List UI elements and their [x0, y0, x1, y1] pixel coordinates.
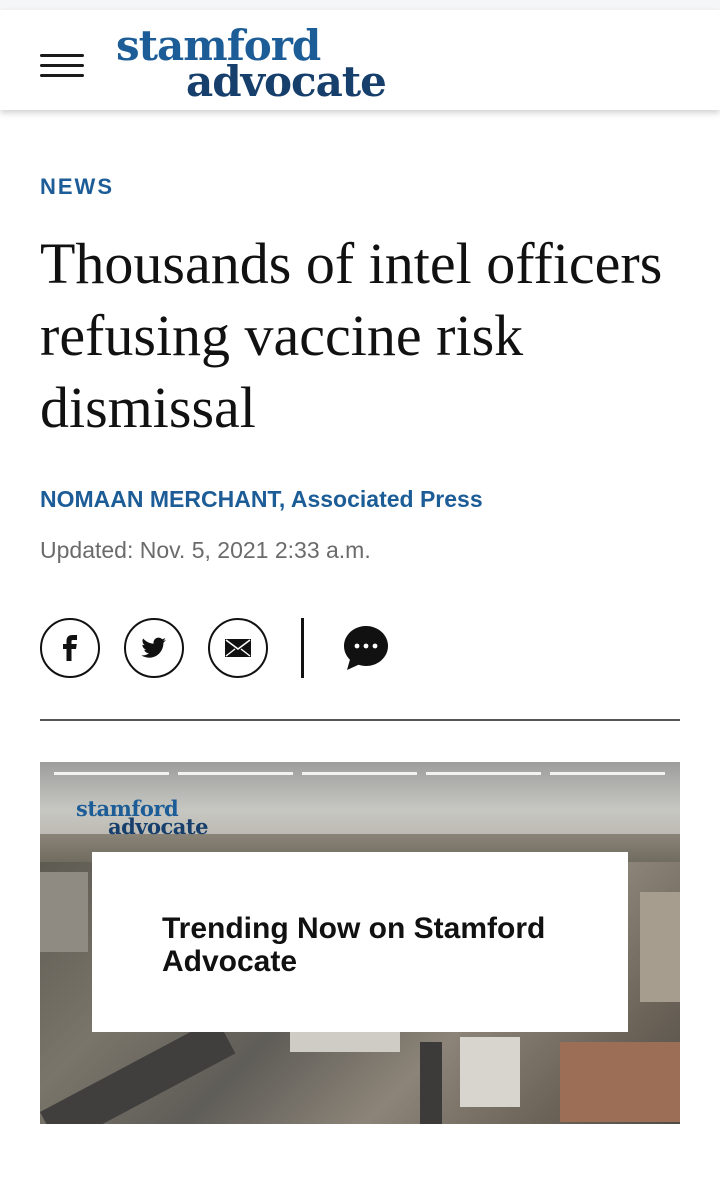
article-timestamp: Updated: Nov. 5, 2021 2:33 a.m.	[40, 537, 371, 563]
section-label[interactable]: NEWS	[40, 174, 114, 200]
trending-card[interactable]: Trending Now on Stamford Advocate	[92, 852, 628, 1032]
trending-title: Trending Now on Stamford Advocate	[162, 912, 546, 978]
facebook-share-button[interactable]	[40, 618, 100, 678]
progress-segment	[550, 772, 665, 775]
article-byline[interactable]: NOMAAN MERCHANT, Associated Press	[40, 486, 483, 513]
progress-segment	[178, 772, 293, 775]
video-logo-line-2: advocate	[108, 814, 208, 839]
video-player[interactable]: stamford advocate Trending Now on Stamfo…	[40, 762, 680, 1124]
content-divider	[40, 719, 680, 721]
article-headline: Thousands of intel officers refusing vac…	[40, 231, 663, 440]
progress-segment	[426, 772, 541, 775]
site-logo[interactable]: stamford advocate	[116, 24, 416, 104]
facebook-icon	[63, 635, 77, 661]
email-icon	[225, 639, 251, 657]
share-divider	[301, 618, 304, 678]
hamburger-menu-icon[interactable]	[40, 46, 84, 84]
email-share-button[interactable]	[208, 618, 268, 678]
progress-segment	[54, 772, 169, 775]
logo-line-2: advocate	[186, 57, 387, 106]
status-strip	[0, 0, 720, 10]
comment-icon	[344, 626, 388, 670]
twitter-icon	[141, 637, 166, 658]
comment-button[interactable]	[342, 624, 390, 672]
progress-segment	[302, 772, 417, 775]
twitter-share-button[interactable]	[124, 618, 184, 678]
site-header: stamford advocate	[0, 10, 720, 110]
